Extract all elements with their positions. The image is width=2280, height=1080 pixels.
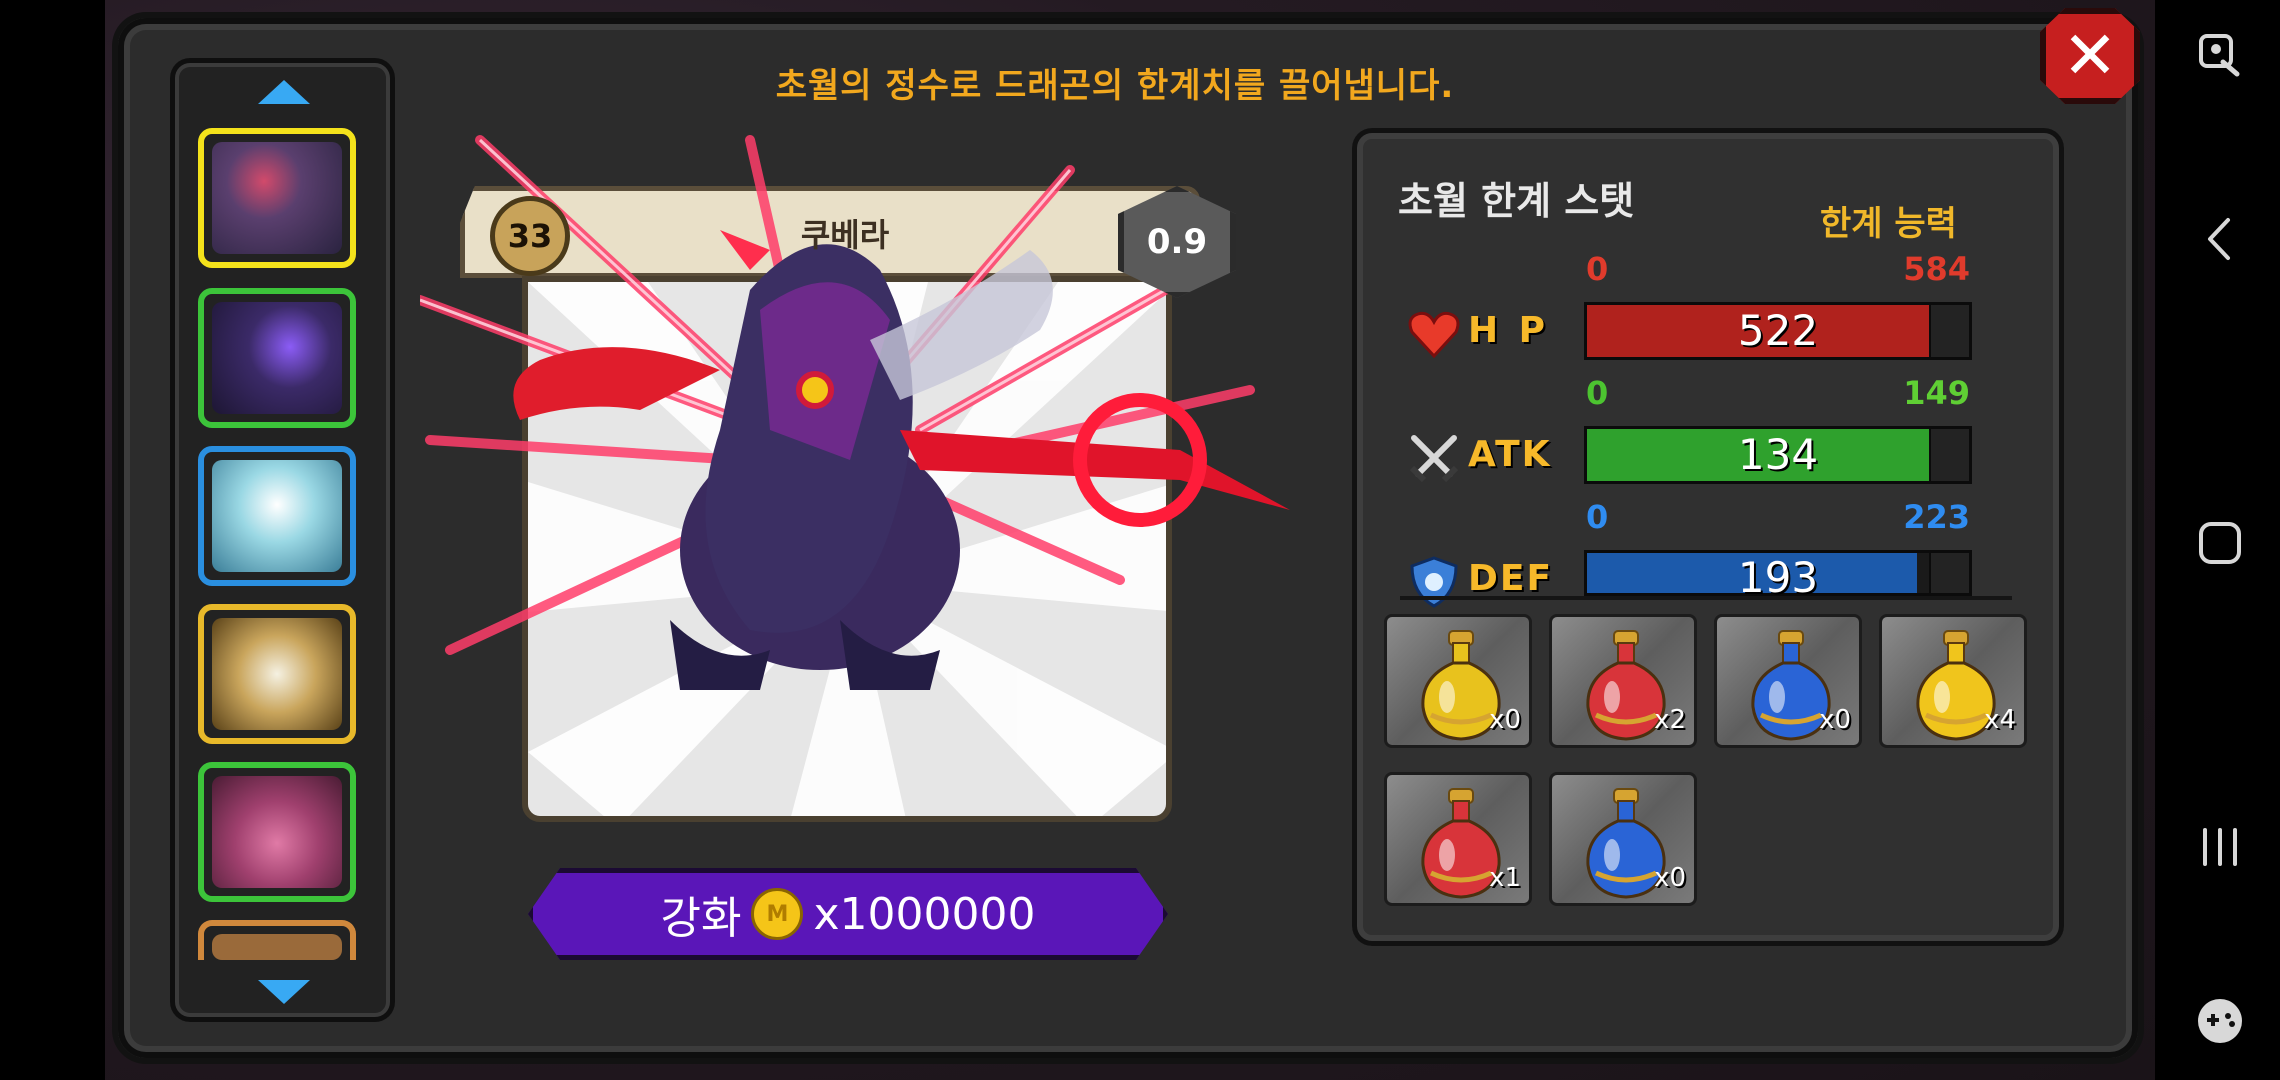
stat-min: 0 (1586, 374, 1609, 412)
close-icon: ✕ (2062, 17, 2118, 94)
stat-row-atk: 0 149 ATK 134 (1398, 374, 1998, 494)
game-tools-icon[interactable] (2195, 30, 2245, 80)
stat-row-hp: 0 584 H P 522 (1398, 250, 1998, 370)
dragon-thumb-5[interactable] (198, 762, 356, 902)
potion-slot[interactable]: x0 (1549, 772, 1697, 906)
shield-icon (1406, 554, 1462, 610)
stat-min: 0 (1586, 250, 1609, 288)
stat-max: 584 (1903, 250, 1970, 288)
back-chevron-icon[interactable] (2195, 214, 2245, 264)
stat-bar: 522 (1584, 302, 1972, 360)
stat-value: 134 (1737, 430, 1819, 479)
potion-count: x2 (1654, 705, 1686, 735)
stat-row-def: 0 223 DEF 193 (1398, 498, 1998, 618)
stat-bar: 134 (1584, 426, 1972, 484)
dragon-thumb-4[interactable] (198, 604, 356, 744)
dragon-thumb-1[interactable] (198, 128, 356, 268)
potion-slot[interactable]: x0 (1384, 614, 1532, 748)
potion-slot[interactable]: x2 (1549, 614, 1697, 748)
stats-title: 초월 한계 스탯 (1398, 179, 1635, 223)
swords-icon (1406, 430, 1462, 486)
scroll-up-arrow-icon[interactable] (258, 80, 310, 104)
level-badge: 33 (490, 196, 570, 276)
potion-count: x4 (1984, 705, 2016, 735)
recent-apps-icon[interactable] (2195, 822, 2245, 872)
dragon-thumb-3[interactable] (198, 446, 356, 586)
stat-max: 149 (1903, 374, 1970, 412)
enhance-button[interactable]: 강화 M x1000000 (528, 868, 1168, 960)
potion-slot[interactable]: x0 (1714, 614, 1862, 748)
dragon-list (170, 58, 395, 1022)
potion-count: x1 (1489, 863, 1521, 893)
stat-value: 522 (1737, 306, 1819, 355)
scroll-down-arrow-icon[interactable] (258, 980, 310, 1004)
potion-slot[interactable]: x4 (1879, 614, 2027, 748)
potion-count: x0 (1819, 705, 1851, 735)
potion-slot[interactable]: x1 (1384, 772, 1532, 906)
gold-coin-icon: M (751, 888, 804, 940)
game-controller-icon[interactable] (2195, 996, 2245, 1046)
background-left (0, 0, 105, 1080)
modal-title: 초월의 정수로 드래곤의 한계치를 끌어냅니다. (775, 66, 1455, 106)
potion-count: x0 (1489, 705, 1521, 735)
stat-value: 193 (1737, 553, 1819, 602)
dragon-thumb-2[interactable] (198, 288, 356, 428)
heart-icon (1406, 306, 1462, 362)
stat-label: ATK (1468, 434, 1552, 475)
stats-subtitle: 한계 능력 (1820, 204, 1957, 244)
stats-divider (1400, 596, 2012, 600)
close-button[interactable]: ✕ (2040, 8, 2140, 104)
stat-label: H P (1468, 310, 1550, 351)
enhance-label: 강화 (660, 893, 742, 944)
potion-count: x0 (1654, 863, 1686, 893)
enhance-cost: x1000000 (813, 888, 1036, 940)
dragon-name: 쿠베라 (800, 216, 890, 254)
stat-bar: 193 (1584, 550, 1972, 602)
stat-max: 223 (1903, 498, 1970, 536)
dragon-thumb-6[interactable] (198, 920, 356, 960)
stat-min: 0 (1586, 498, 1609, 536)
stat-label: DEF (1468, 558, 1554, 599)
home-square-icon[interactable] (2195, 518, 2245, 568)
